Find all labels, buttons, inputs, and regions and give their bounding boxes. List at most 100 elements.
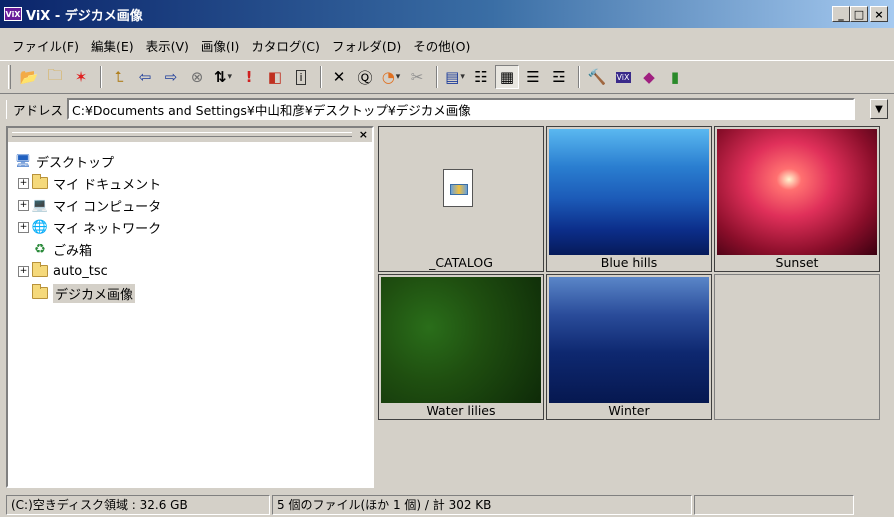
- pane-close-button[interactable]: ×: [359, 128, 368, 141]
- title-bar[interactable]: ViX ViX - デジカメ画像 _ □ ×: [0, 0, 894, 28]
- tree-item-dejikame[interactable]: デジカメ画像: [14, 282, 161, 304]
- recycle-bin-icon: ♻: [34, 241, 46, 257]
- window-controls: _ □ ×: [832, 6, 888, 22]
- stop-icon[interactable]: ⊗: [185, 65, 209, 89]
- toolbar-separator: [320, 66, 322, 88]
- menu-view[interactable]: 表示(V): [140, 36, 195, 55]
- tree-item-label: デスクトップ: [36, 155, 115, 171]
- address-dropdown-button[interactable]: ▼: [870, 99, 888, 119]
- forward-arrow-icon[interactable]: ⇨: [159, 65, 183, 89]
- thumbnail-catalog[interactable]: _CATALOG: [378, 126, 544, 272]
- thumbnail-winter[interactable]: Winter: [546, 274, 712, 420]
- properties-icon[interactable]: Ⓠ: [353, 65, 377, 89]
- tree-item-my-network[interactable]: + 🌐 マイ ネットワーク: [14, 216, 161, 238]
- book-icon[interactable]: ◆: [637, 65, 661, 89]
- vix-icon[interactable]: ViX: [611, 65, 635, 89]
- expand-icon[interactable]: +: [18, 177, 29, 189]
- address-bar: アドレス ▼: [0, 96, 894, 122]
- menu-catalog[interactable]: カタログ(C): [245, 36, 325, 55]
- menu-bar: ファイル(F) 編集(E) 表示(V) 画像(I) カタログ(C) フォルダ(D…: [0, 34, 894, 56]
- tools-icon[interactable]: 🔨: [585, 65, 609, 89]
- thumbnail-image: [381, 277, 541, 403]
- status-bar: (C:)空きディスク領域 : 32.6 GB 5 個のファイル(ほか 1 個) …: [0, 492, 894, 517]
- tree-item-auto-tsc[interactable]: + auto_tsc: [14, 260, 161, 282]
- address-input[interactable]: [67, 98, 856, 120]
- thumbnail-pane: _CATALOG Blue hills Sunset Water lilies …: [376, 126, 894, 488]
- toolbar: 📂 🗀 ✶ ⮤ ⇦ ⇨ ⊗ ⇅ ! ◧ i ✕ Ⓠ ◔ ✂ ▤ ☷ ▦ ☰ ☲ …: [0, 60, 894, 94]
- address-label: アドレス: [6, 99, 67, 119]
- open-folder-icon[interactable]: 📂: [17, 65, 41, 89]
- folder-tree-pane: × 🖥 デスクトップ + マイ ドキュメント + 💻 マイ コンピュータ + 🌐…: [6, 126, 374, 488]
- thumbnail-caption: Water lilies: [426, 403, 496, 418]
- thumbnail-empty-slot: [714, 274, 880, 420]
- status-disk-space: (C:)空きディスク領域 : 32.6 GB: [6, 494, 270, 515]
- sort-icon[interactable]: ⇅: [211, 65, 235, 89]
- tree-item-label: auto_tsc: [53, 263, 108, 279]
- pane-header: ×: [8, 128, 372, 142]
- tree-item-label: ごみ箱: [53, 243, 93, 259]
- new-folder-icon[interactable]: 🗀: [43, 65, 67, 89]
- open-folder-icon: [31, 284, 49, 301]
- my-documents-icon: [31, 174, 49, 191]
- menu-other[interactable]: その他(O): [407, 36, 476, 55]
- large-icons-icon[interactable]: ▦: [495, 65, 519, 89]
- small-icons-icon[interactable]: ☰: [521, 65, 545, 89]
- toolbar-separator: [100, 66, 102, 88]
- mark-icon[interactable]: !: [237, 65, 261, 89]
- catalog-file-icon: [443, 169, 473, 207]
- view-icon[interactable]: ▤: [443, 65, 467, 89]
- tree-item-label: マイ ドキュメント: [53, 177, 162, 193]
- vix-app-icon[interactable]: ViX: [4, 7, 22, 21]
- up-folder-icon[interactable]: ⮤: [107, 65, 131, 89]
- thumbnail-sunset[interactable]: Sunset: [714, 126, 880, 272]
- window-title: ViX - デジカメ画像: [26, 8, 143, 24]
- toolbar-separator: [436, 66, 438, 88]
- folder-icon: [31, 262, 49, 279]
- color-icon[interactable]: ◔: [379, 65, 403, 89]
- thumbnail-caption: _CATALOG: [429, 255, 493, 270]
- thumbnail-water-lilies[interactable]: Water lilies: [378, 274, 544, 420]
- toolbar-grip[interactable]: [8, 65, 11, 89]
- thumbnail-image: [549, 129, 709, 255]
- tree-item-label: マイ コンピュータ: [53, 199, 162, 215]
- tree-item-my-documents[interactable]: + マイ ドキュメント: [14, 172, 161, 194]
- menu-file[interactable]: ファイル(F): [6, 36, 85, 55]
- details-icon[interactable]: ☷: [469, 65, 493, 89]
- tree-item-my-computer[interactable]: + 💻 マイ コンピュータ: [14, 194, 161, 216]
- tree-item-recycle-bin[interactable]: ♻ ごみ箱: [14, 238, 161, 260]
- thumbnail-caption: Winter: [608, 403, 650, 418]
- expand-icon[interactable]: +: [18, 221, 29, 233]
- star-icon[interactable]: ✶: [69, 65, 93, 89]
- desktop-icon: 🖥: [14, 153, 32, 169]
- thumbnail-blue-hills[interactable]: Blue hills: [546, 126, 712, 272]
- expand-icon[interactable]: +: [18, 265, 29, 277]
- delete-icon[interactable]: ✕: [327, 65, 351, 89]
- menu-folder[interactable]: フォルダ(D): [326, 36, 407, 55]
- menu-edit[interactable]: 編集(E): [85, 36, 140, 55]
- slideshow-icon[interactable]: ◧: [263, 65, 287, 89]
- thumbnail-image: [549, 277, 709, 403]
- cut-icon[interactable]: ✂: [405, 65, 429, 89]
- exit-icon[interactable]: ▮: [663, 65, 687, 89]
- list-icon[interactable]: ☲: [547, 65, 571, 89]
- tree-item-label: デジカメ画像: [53, 283, 136, 303]
- my-computer-icon: 💻: [31, 197, 49, 213]
- tree-item-desktop[interactable]: 🖥 デスクトップ: [14, 150, 161, 172]
- maximize-button[interactable]: □: [850, 6, 868, 22]
- close-button[interactable]: ×: [870, 6, 888, 22]
- minimize-button[interactable]: _: [832, 6, 850, 22]
- tree-item-label: マイ ネットワーク: [53, 221, 162, 237]
- pane-grip[interactable]: [12, 132, 352, 137]
- toolbar-separator: [578, 66, 580, 88]
- thumbnail-caption: Sunset: [775, 255, 819, 270]
- thumbnail-image: [717, 129, 877, 255]
- expand-icon[interactable]: +: [18, 199, 29, 211]
- thumbnail-caption: Blue hills: [600, 255, 658, 270]
- menu-image[interactable]: 画像(I): [195, 36, 245, 55]
- folder-tree: 🖥 デスクトップ + マイ ドキュメント + 💻 マイ コンピュータ + 🌐 マ…: [14, 150, 161, 304]
- info-icon[interactable]: i: [289, 65, 313, 89]
- my-network-icon: 🌐: [31, 219, 49, 235]
- status-file-count: 5 個のファイル(ほか 1 個) / 計 302 KB: [272, 494, 692, 515]
- status-extra: [694, 494, 854, 515]
- back-arrow-icon[interactable]: ⇦: [133, 65, 157, 89]
